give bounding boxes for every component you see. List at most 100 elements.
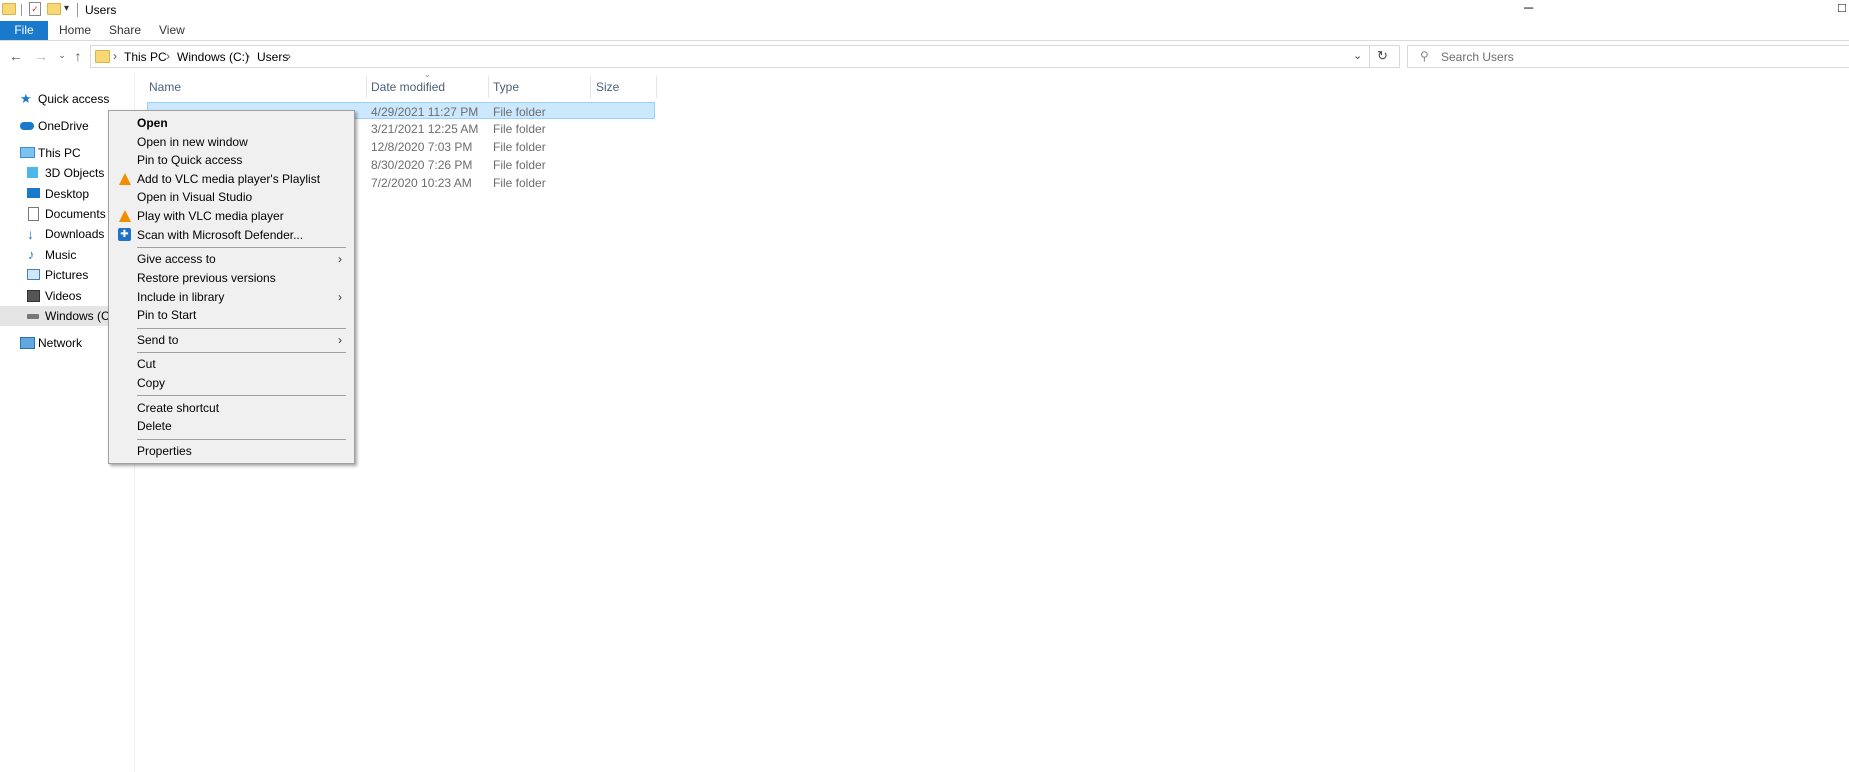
menu-item-open[interactable]: Open — [109, 114, 354, 133]
up-arrow-icon[interactable]: ↑ — [70, 48, 86, 64]
menu-item-give-access[interactable]: Give access to › — [109, 250, 354, 269]
chevron-down-icon[interactable]: ⌄ — [1353, 49, 1362, 62]
file-date: 4/29/2021 11:27 PM — [371, 105, 479, 119]
menu-item-open-visual-studio[interactable]: Open in Visual Studio — [109, 188, 354, 207]
tab-home[interactable]: Home — [59, 21, 91, 40]
nav-item-label: Documents — [45, 207, 106, 221]
defender-icon: ✚ — [118, 228, 131, 241]
menu-item-cut[interactable]: Cut — [109, 355, 354, 374]
cloud-icon — [20, 122, 34, 130]
nav-item-label: 3D Objects — [45, 166, 105, 180]
menu-separator — [137, 247, 346, 248]
menu-item-send-to[interactable]: Send to › — [109, 331, 354, 350]
nav-item-label: Pictures — [45, 268, 89, 282]
folder-icon — [95, 50, 110, 63]
menu-item-scan-defender[interactable]: ✚ Scan with Microsoft Defender... — [109, 226, 354, 245]
search-input[interactable]: Search Users — [1441, 50, 1514, 64]
desktop-icon — [27, 188, 40, 198]
column-divider[interactable] — [656, 76, 657, 98]
chevron-right-icon: › — [338, 252, 342, 266]
menu-item-create-shortcut[interactable]: Create shortcut — [109, 399, 354, 418]
menu-item-add-vlc-playlist[interactable]: Add to VLC media player's Playlist — [109, 170, 354, 189]
menu-item-copy[interactable]: Copy — [109, 374, 354, 393]
nav-item-quick-access[interactable]: ★ Quick access — [20, 89, 130, 109]
music-icon: ♪ — [28, 247, 35, 262]
menu-item-label: Copy — [137, 376, 166, 390]
menu-item-label: Restore previous versions — [137, 271, 276, 285]
menu-item-label: Send to — [137, 333, 179, 347]
chevron-right-icon: › — [338, 333, 342, 347]
menu-item-pin-quick-access[interactable]: Pin to Quick access — [109, 151, 354, 170]
title-bar: ✓ ▾ Users ─ □ — [0, 0, 1849, 21]
picture-icon — [27, 269, 40, 280]
menu-item-label: Open in Visual Studio — [137, 190, 253, 204]
menu-item-restore-versions[interactable]: Restore previous versions — [109, 269, 354, 288]
column-divider[interactable] — [488, 76, 489, 98]
column-divider[interactable] — [366, 76, 367, 98]
tab-file[interactable]: File — [0, 21, 48, 40]
file-type: File folder — [493, 158, 546, 172]
file-date: 12/8/2020 7:03 PM — [371, 140, 473, 154]
column-divider[interactable] — [590, 76, 591, 98]
menu-item-properties[interactable]: Properties — [109, 442, 354, 461]
customize-toolbar-icon[interactable]: ▾ — [64, 3, 69, 14]
menu-item-pin-start[interactable]: Pin to Start — [109, 306, 354, 325]
chevron-right-icon[interactable]: › — [287, 49, 291, 63]
menu-item-label: Add to VLC media player's Playlist — [137, 172, 321, 186]
menu-separator — [137, 352, 346, 353]
nav-item-label: OneDrive — [38, 119, 89, 133]
menu-item-label: Give access to — [137, 252, 216, 266]
new-folder-icon[interactable] — [47, 3, 61, 15]
divider — [77, 3, 78, 17]
tab-share[interactable]: Share — [109, 21, 141, 40]
menu-item-play-vlc[interactable]: Play with VLC media player — [109, 207, 354, 226]
search-box[interactable]: ⚲ Search Users — [1407, 45, 1849, 68]
menu-item-label: Open in new window — [137, 135, 248, 149]
document-icon — [28, 207, 39, 221]
file-type: File folder — [493, 140, 546, 154]
network-icon — [20, 337, 35, 349]
menu-item-label: Open — [137, 116, 168, 130]
menu-item-label: Delete — [137, 419, 172, 433]
vlc-icon — [119, 173, 131, 185]
breadcrumb-this-pc[interactable]: This PC — [124, 50, 167, 64]
nav-item-label: Downloads — [45, 227, 105, 241]
nav-item-label: Videos — [45, 289, 82, 303]
nav-item-label: Network — [38, 336, 83, 350]
file-date: 3/21/2021 12:25 AM — [371, 122, 479, 136]
menu-item-label: Properties — [137, 444, 192, 458]
file-type: File folder — [493, 176, 546, 190]
column-header-name[interactable]: Name — [149, 78, 181, 96]
tab-view[interactable]: View — [159, 21, 185, 40]
ribbon-tabs: File Home Share View — [0, 21, 1849, 41]
back-arrow-icon[interactable]: ← — [8, 48, 24, 64]
minimize-button[interactable]: ─ — [1524, 0, 1533, 15]
menu-item-include-library[interactable]: Include in library › — [109, 288, 354, 307]
menu-item-open-new-window[interactable]: Open in new window — [109, 133, 354, 152]
maximize-button[interactable]: □ — [1838, 0, 1846, 15]
breadcrumb-windows-c[interactable]: Windows (C:) — [177, 50, 249, 64]
computer-icon — [20, 147, 35, 158]
chevron-right-icon[interactable]: › — [113, 49, 117, 63]
address-bar[interactable]: › This PC › Windows (C:) › Users › ⌄ ↻ — [90, 45, 1400, 68]
column-header-size[interactable]: Size — [596, 78, 619, 96]
chevron-right-icon[interactable]: › — [166, 49, 170, 63]
chevron-right-icon[interactable]: › — [246, 49, 250, 63]
video-icon — [27, 290, 40, 302]
menu-item-label: Pin to Start — [137, 308, 197, 322]
column-header-type[interactable]: Type — [493, 78, 519, 96]
column-header-date[interactable]: Date modified — [371, 78, 445, 96]
file-type: File folder — [493, 122, 546, 136]
breadcrumb-users[interactable]: Users — [257, 50, 288, 64]
refresh-icon[interactable]: ↻ — [1377, 48, 1388, 64]
file-date: 7/2/2020 10:23 AM — [371, 176, 472, 190]
menu-item-label: Scan with Microsoft Defender... — [137, 228, 304, 242]
menu-separator — [137, 395, 346, 396]
menu-item-delete[interactable]: Delete — [109, 417, 354, 436]
recent-locations-icon[interactable]: ⌄ — [54, 47, 70, 63]
forward-arrow-icon[interactable]: → — [33, 48, 49, 64]
nav-item-label: This PC — [38, 146, 81, 160]
properties-icon[interactable]: ✓ — [29, 2, 41, 16]
menu-separator — [137, 439, 346, 440]
vlc-icon — [119, 210, 131, 222]
